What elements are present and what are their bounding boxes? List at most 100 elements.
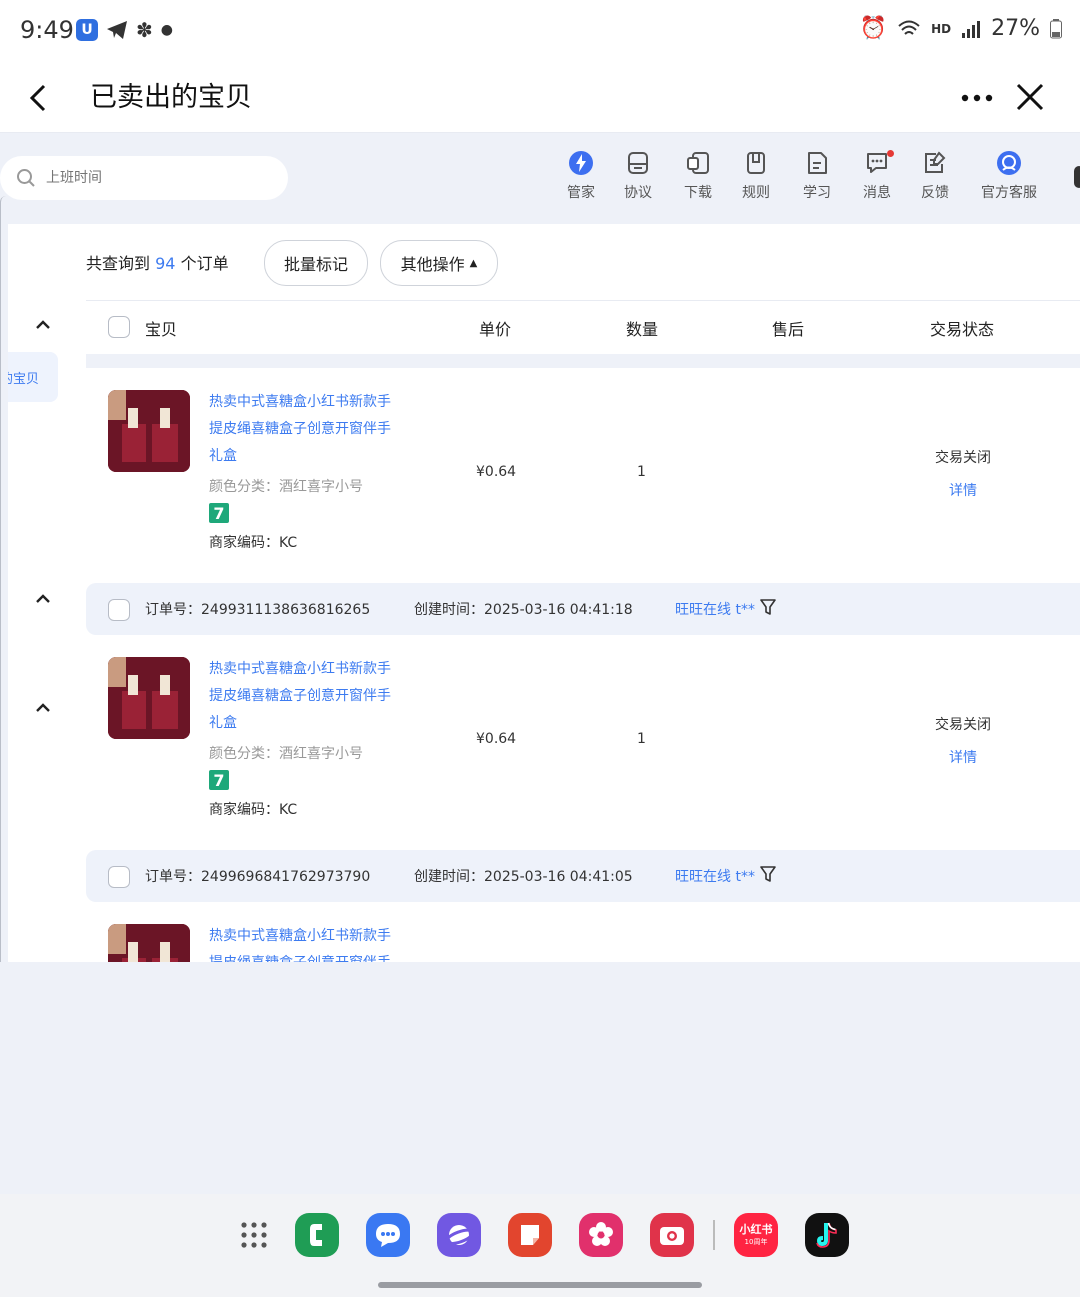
feedback-icon bbox=[925, 151, 946, 173]
detail-link[interactable]: 详情 bbox=[949, 480, 977, 500]
order-number-label: 订单号： bbox=[145, 869, 201, 885]
download-icon bbox=[687, 152, 709, 174]
quantity: 1 bbox=[637, 464, 646, 480]
order-header-row: 订单号：2499696841762973790 创建时间：2025-03-16 … bbox=[86, 850, 1080, 902]
table-header: 宝贝 单价 数量 售后 交易状态 bbox=[86, 302, 1080, 352]
camera-app-icon[interactable] bbox=[650, 1213, 694, 1257]
order-number: 订单号：2499311138636816265 bbox=[145, 599, 370, 619]
buyer-wangwang-link[interactable]: 旺旺在线 t** bbox=[675, 866, 755, 886]
search-input[interactable] bbox=[44, 169, 268, 187]
buyer-wangwang-link[interactable]: 旺旺在线 t** bbox=[675, 599, 755, 619]
product-title-line: 热卖中式喜糖盒小红书新款手 bbox=[209, 394, 391, 410]
order-count: 94 bbox=[155, 254, 176, 273]
messages-app-icon[interactable] bbox=[366, 1213, 410, 1257]
detail-link[interactable]: 详情 bbox=[949, 747, 977, 767]
order-checkbox[interactable] bbox=[108, 866, 130, 888]
column-header: 交易状态 bbox=[930, 320, 995, 339]
product-image[interactable] bbox=[108, 390, 190, 472]
alarm-icon: ⏰ bbox=[859, 16, 888, 41]
right-handle[interactable] bbox=[1074, 166, 1080, 188]
gallery-app-icon[interactable] bbox=[579, 1213, 623, 1257]
customer-service-icon bbox=[997, 151, 1021, 175]
lightning-icon bbox=[569, 151, 593, 175]
batch-mark-button[interactable]: 批量标记 bbox=[264, 240, 368, 286]
tool-label: 协议 bbox=[624, 185, 652, 201]
status-bar: 9:49 U ✽ ● ⏰ HD 27% bbox=[0, 0, 1080, 64]
study-icon bbox=[808, 152, 827, 174]
tool-label: 学习 bbox=[803, 185, 831, 201]
chevron-up-icon[interactable] bbox=[34, 592, 52, 604]
seven-day-return-badge: 7 bbox=[209, 503, 229, 523]
sidebar-item-label: 的宝贝 bbox=[8, 371, 40, 387]
filter-icon[interactable] bbox=[760, 865, 776, 883]
chevron-up-icon: ▲ bbox=[469, 257, 478, 269]
home-indicator[interactable] bbox=[378, 1282, 702, 1288]
product-title-link[interactable]: 热卖中式喜糖盒小红书新款手 提皮绳喜糖盒子创意开窗伴手 礼盒 bbox=[209, 389, 409, 470]
unread-dot bbox=[887, 150, 894, 157]
unit-price: ¥0.64 bbox=[476, 464, 517, 480]
back-button[interactable] bbox=[18, 74, 58, 122]
tool-kefu[interactable]: 官方客服 bbox=[974, 150, 1044, 202]
column-header: 单价 bbox=[479, 320, 512, 339]
app-dock: 小红书 10周年 bbox=[0, 1194, 1080, 1297]
tool-fankui[interactable]: 反馈 bbox=[900, 150, 970, 202]
orders-panel: 共查询到 94 个订单 批量标记 其他操作 ▲ 的宝贝 宝贝 单价 数量 售后 … bbox=[8, 224, 1080, 962]
select-all-checkbox[interactable] bbox=[108, 316, 130, 338]
notes-app-icon[interactable] bbox=[508, 1213, 552, 1257]
column-header: 宝贝 bbox=[145, 320, 178, 339]
tiktok-app-icon[interactable] bbox=[805, 1213, 849, 1257]
product-title-link[interactable]: 热卖中式喜糖盒小红书新款手 提皮绳喜糖盒子创意开窗伴手 礼盒 bbox=[209, 656, 409, 737]
more-dots-icon bbox=[961, 94, 993, 102]
product-title-line: 提皮绳喜糖盒子创意开窗伴手 bbox=[209, 688, 391, 704]
tool-label: 反馈 bbox=[921, 185, 949, 201]
product-title-line: 礼盒 bbox=[209, 448, 237, 464]
tool-label: 规则 bbox=[742, 185, 770, 201]
tool-label: 下载 bbox=[684, 185, 712, 201]
column-header: 数量 bbox=[626, 320, 659, 339]
more-button[interactable] bbox=[955, 76, 999, 120]
telegram-icon bbox=[107, 21, 127, 39]
close-button[interactable] bbox=[1008, 72, 1052, 122]
chevron-up-icon[interactable] bbox=[34, 318, 52, 330]
battery-icon bbox=[1050, 18, 1062, 38]
product-title-line: 提皮绳喜糖盒子创意开窗伴手 bbox=[209, 950, 409, 962]
sidebar-item-selected[interactable]: 的宝贝 bbox=[8, 352, 58, 402]
app-grid-icon[interactable] bbox=[232, 1213, 276, 1257]
other-actions-button[interactable]: 其他操作 ▲ bbox=[380, 240, 498, 286]
document-icon bbox=[628, 152, 648, 174]
summary-prefix: 共查询到 bbox=[86, 254, 151, 273]
product-title-line: 热卖中式喜糖盒小红书新款手 bbox=[209, 661, 391, 677]
app-grid-glyph bbox=[241, 1222, 267, 1248]
xiaohongshu-app-icon[interactable]: 小红书 10周年 bbox=[734, 1213, 778, 1257]
flower-glyph bbox=[589, 1222, 613, 1246]
product-image[interactable] bbox=[108, 924, 190, 962]
close-icon bbox=[1016, 83, 1044, 111]
result-summary: 共查询到 94 个订单 bbox=[86, 252, 229, 276]
wifi-icon bbox=[898, 20, 920, 35]
created-time: 创建时间：2025-03-16 04:41:18 bbox=[414, 599, 633, 619]
filter-icon[interactable] bbox=[760, 598, 776, 616]
order-checkbox[interactable] bbox=[108, 599, 130, 621]
tool-guize[interactable]: 规则 bbox=[721, 150, 791, 202]
hd-label: HD bbox=[931, 21, 952, 36]
quantity: 1 bbox=[637, 731, 646, 747]
tool-label: 管家 bbox=[567, 185, 595, 201]
order-number-value: 2499311138636816265 bbox=[201, 602, 371, 618]
order-number: 订单号：2499696841762973790 bbox=[145, 866, 370, 886]
trade-status: 交易关闭 bbox=[935, 450, 991, 466]
chevron-up-icon[interactable] bbox=[34, 701, 52, 713]
tiktok-note-glyph bbox=[816, 1222, 837, 1248]
empty-area bbox=[0, 962, 1080, 1194]
created-time-value: 2025-03-16 04:41:05 bbox=[484, 869, 633, 885]
product-sku: 颜色分类：酒红喜字小号 bbox=[209, 479, 363, 495]
product-image[interactable] bbox=[108, 657, 190, 739]
xhs-sub: 10周年 bbox=[744, 1238, 768, 1246]
search-box[interactable] bbox=[0, 156, 288, 200]
internet-app-icon[interactable] bbox=[437, 1213, 481, 1257]
created-time-value: 2025-03-16 04:41:18 bbox=[484, 602, 633, 618]
product-sku: 颜色分类：酒红喜字小号 bbox=[209, 746, 363, 762]
dot-icon: ● bbox=[160, 22, 173, 38]
header-band bbox=[86, 354, 1080, 368]
product-title-link[interactable]: 热卖中式喜糖盒小红书新款手 提皮绳喜糖盒子创意开窗伴手 bbox=[209, 923, 409, 962]
phone-app-icon[interactable] bbox=[295, 1213, 339, 1257]
